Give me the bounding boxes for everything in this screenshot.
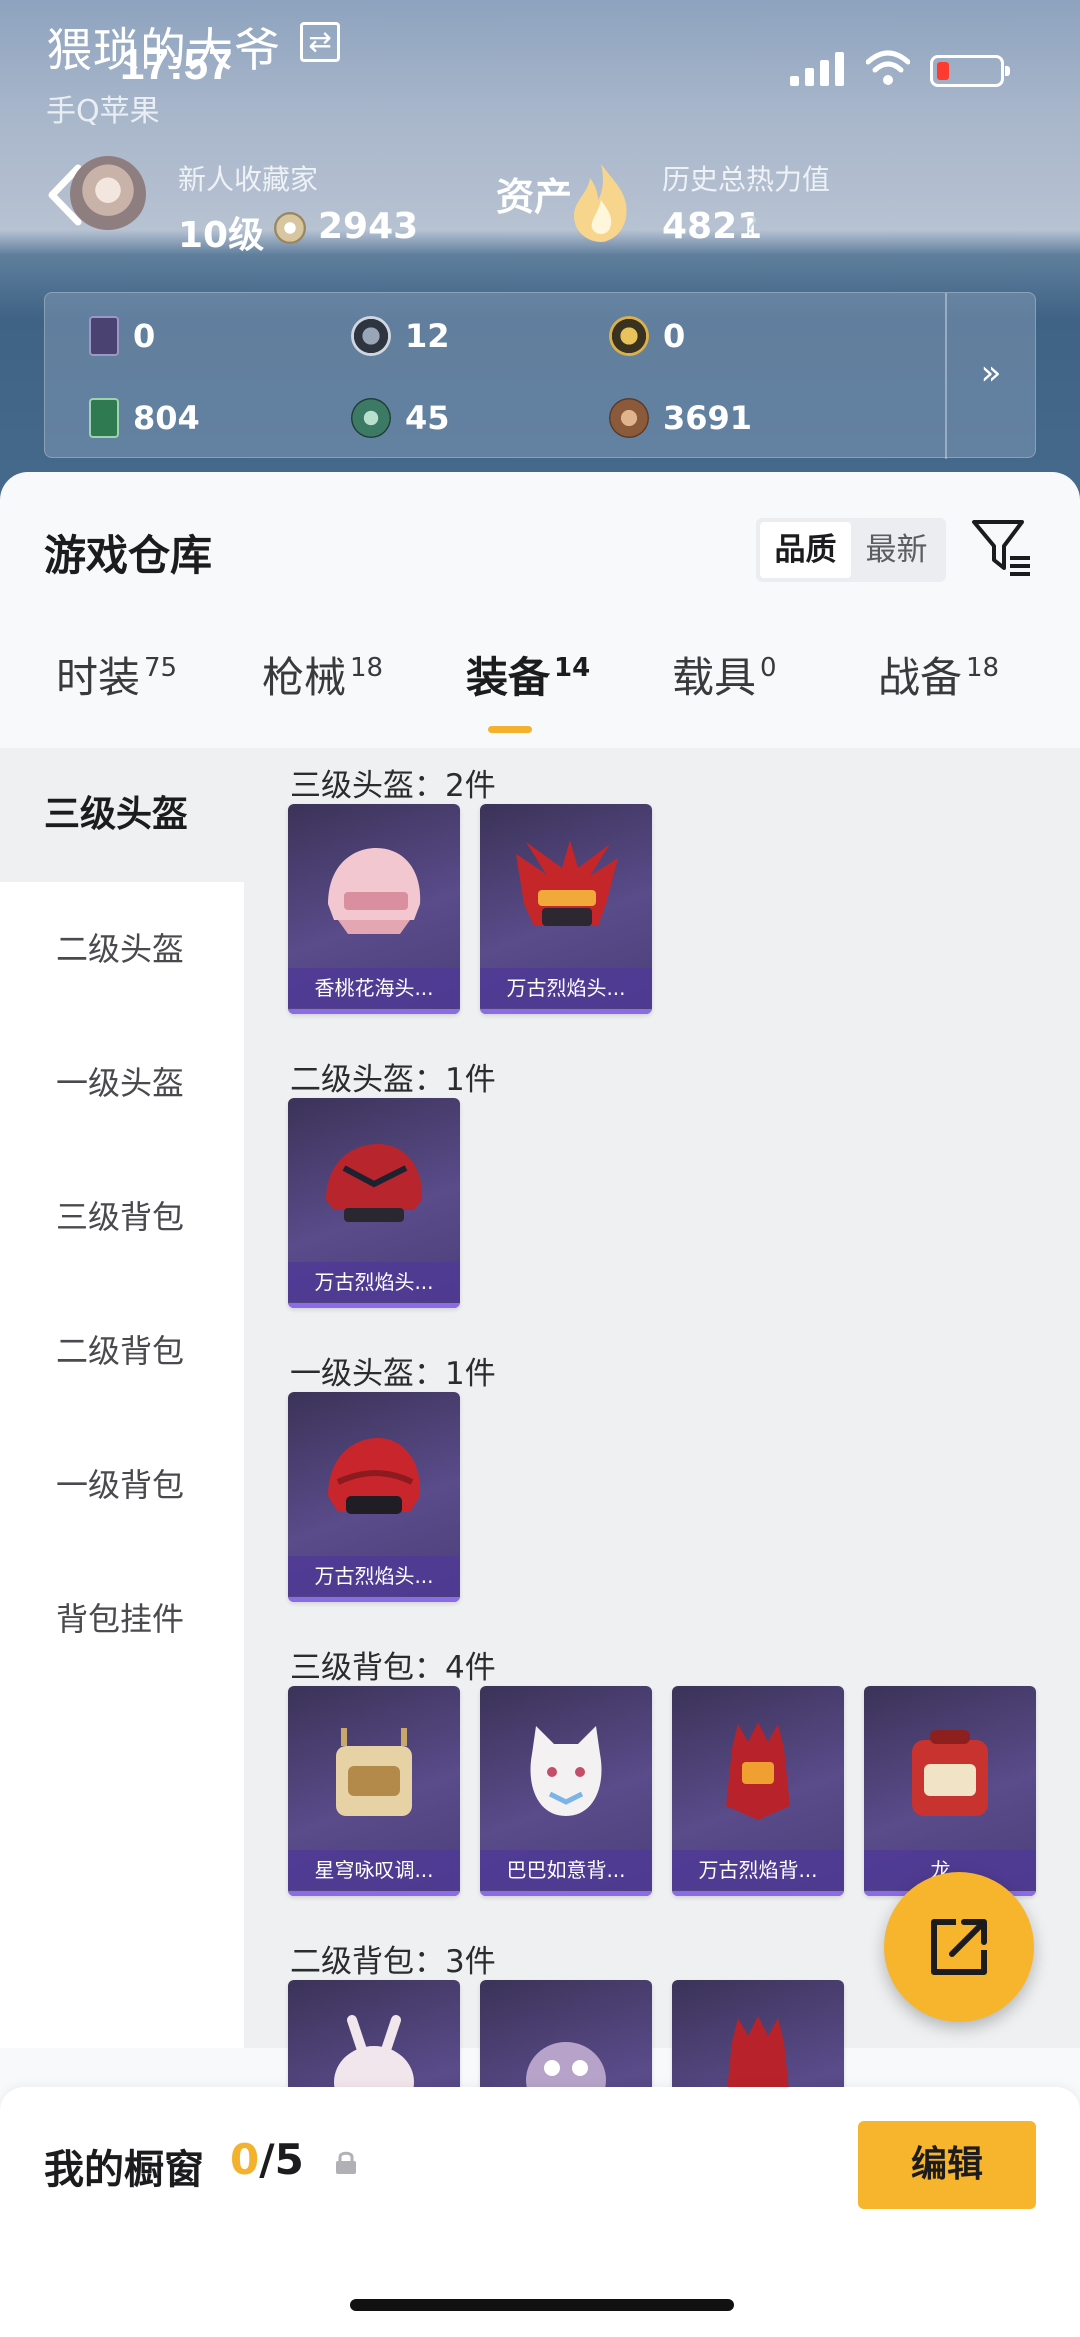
sort-toggle: 品质 最新	[756, 518, 946, 582]
backpack-dragon-icon	[912, 1730, 988, 1816]
warehouse-title: 游戏仓库	[44, 531, 213, 580]
card-icon	[89, 316, 119, 356]
item-name: 香桃花海头...	[288, 968, 460, 1008]
currency-panel: 0 12 0 804 45 3691 »	[44, 292, 1036, 459]
item-name: 万古烈焰头...	[288, 1556, 460, 1596]
subcategory-sidebar: 三级头盔 二级头盔 一级头盔 三级背包 二级背包 一级背包 背包挂件	[0, 748, 244, 2048]
tab-fashion[interactable]: 时装 75	[56, 644, 177, 724]
collector-coin-icon	[274, 212, 306, 244]
switch-account-icon[interactable]: ⇄	[300, 22, 340, 62]
section-title: 一级头盔：1件	[290, 1356, 496, 1392]
tab-supplies[interactable]: 战备 18	[878, 644, 999, 724]
flame-icon	[574, 164, 627, 242]
item-name: 万古烈焰背...	[672, 1850, 844, 1890]
sidebar-item-level2-helmet[interactable]: 二级头盔	[0, 882, 244, 1016]
green-card-icon	[89, 398, 119, 438]
currency-item: 3691	[609, 393, 752, 443]
lock-icon	[336, 2151, 356, 2174]
currency-item: 0	[609, 311, 685, 361]
item-grid: 三级头盔：2件 香桃花海头... 万古烈焰头... 二级头盔：1件 万古烈焰头.…	[244, 748, 1080, 2190]
sort-newest-button[interactable]: 最新	[851, 522, 942, 578]
signal-icon	[790, 52, 844, 86]
helmet-red-icon	[326, 1144, 423, 1222]
item-card[interactable]: 万古烈焰头...	[288, 1392, 460, 1602]
help-icon[interactable]: ?	[744, 212, 758, 242]
item-name: 万古烈焰头...	[288, 1262, 460, 1302]
sidebar-item-level2-backpack[interactable]: 二级背包	[0, 1284, 244, 1418]
backpack-flame-icon	[726, 1722, 790, 1820]
tab-vehicles[interactable]: 载具 0	[672, 644, 777, 724]
backpack-gold-icon	[336, 1728, 412, 1816]
item-name: 万古烈焰头...	[480, 968, 652, 1008]
tab-weapons[interactable]: 枪械 18	[262, 644, 383, 724]
item-card[interactable]: 龙...	[864, 1686, 1036, 1896]
currency-item: 804	[89, 393, 200, 443]
platform-label: 手Q苹果	[46, 94, 160, 129]
item-card[interactable]: 星穹咏叹调...	[288, 1686, 460, 1896]
item-name: 巴巴如意背...	[480, 1850, 652, 1890]
helmet-flame-icon	[516, 840, 618, 926]
warehouse-sheet: 游戏仓库 品质 最新 时装 75 枪械 18 装备 14 载具 0 战备 18 三级头盔 …	[0, 472, 1080, 2337]
currency-item: 12	[351, 311, 450, 361]
item-card[interactable]: 万古烈焰背...	[672, 1686, 844, 1896]
category-tabs: 时装 75 枪械 18 装备 14 载具 0 战备 18	[0, 644, 1080, 724]
bronze-coin-icon	[609, 398, 649, 438]
section-title: 三级头盔：2件	[290, 768, 496, 804]
filter-icon[interactable]	[970, 516, 1032, 578]
section-title: 二级头盔：1件	[290, 1062, 496, 1098]
asset-label: 资产	[496, 175, 573, 219]
helmet-pink-icon	[328, 848, 421, 934]
item-card[interactable]: 万古烈焰头...	[480, 804, 652, 1014]
item-card[interactable]: 巴巴如意背...	[480, 1686, 652, 1896]
backpack-cat-icon	[530, 1726, 602, 1816]
status-time: 17:57	[120, 40, 233, 89]
currency-item: 0	[89, 311, 155, 361]
sidebar-item-level3-helmet[interactable]: 三级头盔	[0, 748, 244, 882]
collector-coin-count: 2943	[318, 206, 419, 247]
wifi-icon	[866, 50, 910, 85]
showcase-count: 0/5	[230, 2135, 304, 2184]
profile-header: 猥琐的大爷 ⇄ 17:57 手Q苹果 新人收藏家 10级 2943 资产 历史总…	[0, 0, 1080, 520]
s-token-icon	[351, 316, 391, 356]
showcase-label: 我的橱窗	[44, 2147, 204, 2193]
active-tab-indicator	[488, 726, 532, 733]
rank-title: 新人收藏家	[178, 163, 319, 196]
battery-icon	[930, 55, 1010, 87]
tab-equipment[interactable]: 装备 14	[466, 644, 590, 724]
share-button[interactable]	[884, 1872, 1034, 2022]
sidebar-item-level1-backpack[interactable]: 一级背包	[0, 1418, 244, 1552]
section-title: 三级背包：4件	[290, 1650, 496, 1686]
share-icon	[931, 1919, 987, 1975]
edit-button[interactable]: 编辑	[858, 2121, 1036, 2209]
sidebar-item-level3-backpack[interactable]: 三级背包	[0, 1150, 244, 1284]
expand-currencies-button[interactable]: »	[945, 293, 1035, 459]
player-level: 10级	[178, 215, 265, 256]
helmet-red-icon	[328, 1438, 421, 1514]
heat-label: 历史总热力值	[662, 163, 831, 196]
item-card[interactable]: 香桃花海头...	[288, 804, 460, 1014]
sort-quality-button[interactable]: 品质	[760, 522, 851, 578]
jade-icon	[351, 398, 391, 438]
currency-item: 45	[351, 393, 450, 443]
sidebar-item-backpack-charm[interactable]: 背包挂件	[0, 1552, 244, 1686]
showcase-bar: 我的橱窗 0/5 编辑	[0, 2087, 1080, 2337]
rank-badge-icon	[70, 156, 146, 232]
item-name: 星穹咏叹调...	[288, 1850, 460, 1890]
gold-token-icon	[609, 316, 649, 356]
section-title: 二级背包：3件	[290, 1944, 496, 1980]
item-card[interactable]: 万古烈焰头...	[288, 1098, 460, 1308]
sidebar-item-level1-helmet[interactable]: 一级头盔	[0, 1016, 244, 1150]
home-indicator	[350, 2299, 734, 2311]
